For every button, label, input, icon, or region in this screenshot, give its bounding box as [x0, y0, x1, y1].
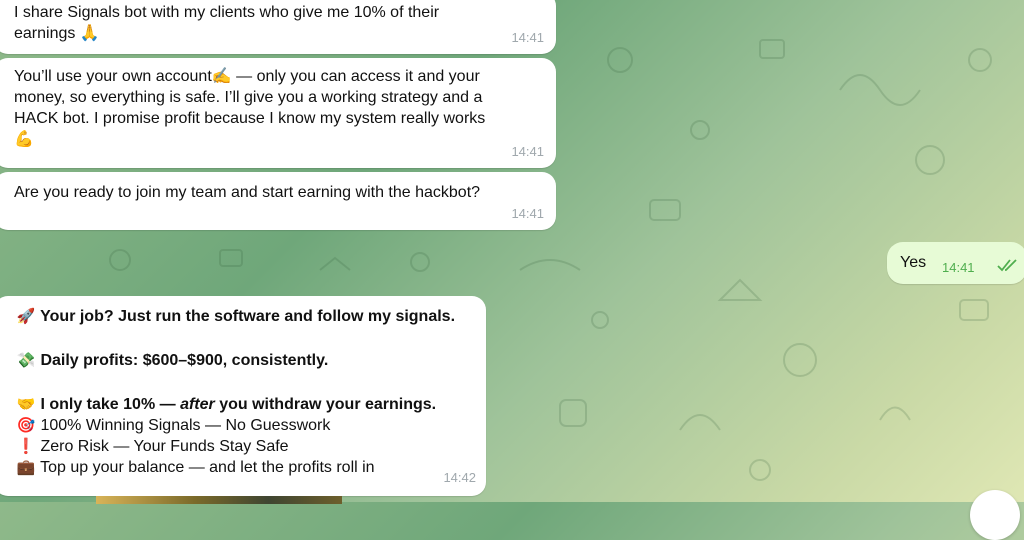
message-time: 14:42 — [443, 470, 476, 485]
incoming-message[interactable]: You’ll use your own account✍️ — only you… — [0, 58, 556, 168]
message-text: Yes — [900, 254, 927, 271]
exclamation-icon: ❗ — [16, 437, 36, 455]
message-text-line: You’ll use your own account✍️ — only you… — [14, 68, 480, 85]
message-text: you withdraw your earnings. — [214, 396, 437, 413]
rocket-icon: 🚀 — [16, 307, 36, 325]
outgoing-message[interactable]: Yes 14:41 — [887, 242, 1024, 284]
message-text-line: 💸 Daily profits: $600–$900, consistently… — [16, 350, 466, 371]
message-text-line: 💼 Top up your balance — and let the prof… — [16, 457, 466, 478]
message-text-line: 💪 — [14, 131, 34, 148]
message-time: 14:41 — [511, 144, 544, 159]
message-text: Your job? Just run the software and foll… — [40, 308, 456, 325]
message-time: 14:41 — [511, 206, 544, 221]
message-text: Zero Risk — Your Funds Stay Safe — [40, 438, 289, 455]
message-time: 14:41 — [511, 30, 544, 45]
scroll-down-button[interactable] — [970, 490, 1020, 540]
message-text-italic: after — [180, 396, 215, 413]
message-text: Daily profits: $600–$900, consistently. — [40, 352, 329, 369]
target-icon: 🎯 — [16, 416, 36, 434]
message-text: 100% Winning Signals — No Guesswork — [40, 417, 331, 434]
money-icon: 💸 — [16, 351, 36, 369]
message-text: I only take 10% — — [40, 396, 181, 413]
message-text-line: HACK bot. I promise profit because I kno… — [14, 110, 486, 127]
photo-message-preview[interactable] — [96, 496, 342, 504]
message-text-line: I share Signals bot with my clients who … — [14, 4, 440, 21]
incoming-message[interactable]: 🚀 Your job? Just run the software and fo… — [0, 296, 486, 496]
message-text: Are you ready to join my team and start … — [14, 184, 481, 201]
message-time: 14:41 — [942, 260, 975, 275]
incoming-message[interactable]: I share Signals bot with my clients who … — [0, 0, 556, 54]
double-check-icon — [997, 259, 1017, 272]
message-text-line: earnings 🙏 — [14, 25, 100, 42]
briefcase-icon: 💼 — [16, 458, 36, 476]
message-text-line: 🤝 I only take 10% — after you withdraw y… — [16, 394, 466, 415]
message-text-line: ❗ Zero Risk — Your Funds Stay Safe — [16, 436, 466, 457]
incoming-message[interactable]: Are you ready to join my team and start … — [0, 172, 556, 230]
message-text-line: 🎯 100% Winning Signals — No Guesswork — [16, 415, 466, 436]
handshake-icon: 🤝 — [16, 395, 36, 413]
message-text: Top up your balance — and let the profit… — [40, 459, 375, 476]
message-text-line: money, so everything is safe. I’ll give … — [14, 89, 483, 106]
message-text-line: 🚀 Your job? Just run the software and fo… — [16, 306, 466, 327]
